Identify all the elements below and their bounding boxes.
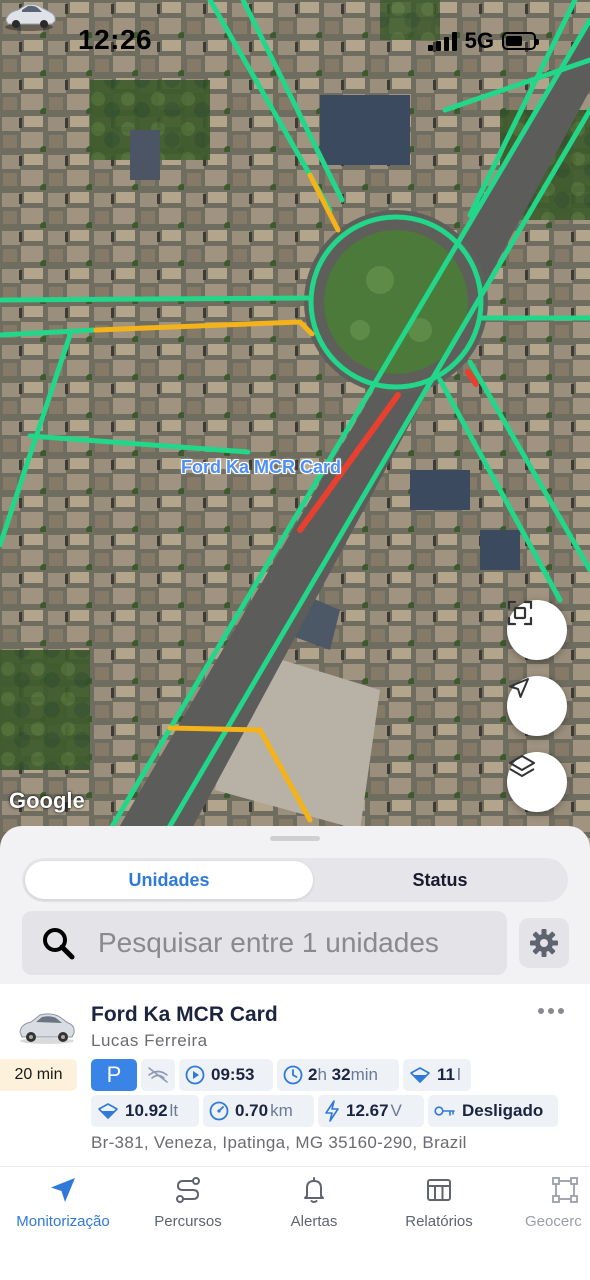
key-icon [434, 1106, 455, 1116]
map-view[interactable]: 12:26 5G Ford Ka MCR Card Google [0, 0, 590, 860]
navigation-arrow-icon [509, 678, 529, 698]
segment-status[interactable]: Status [315, 861, 565, 899]
vehicle-map-label[interactable]: Ford Ka MCR Card [181, 457, 341, 478]
tab-label: Geocerc [525, 1213, 582, 1230]
speed-unit: km [270, 1101, 293, 1120]
bell-icon [304, 1177, 324, 1203]
settings-button[interactable] [519, 918, 569, 968]
my-location-button[interactable] [507, 676, 567, 736]
ignition-value: Desligado [462, 1101, 544, 1120]
satellite-map [0, 0, 590, 860]
car-avatar [19, 1013, 75, 1044]
map-layers-button[interactable] [507, 752, 567, 812]
trip-time-chip: 09:53 [179, 1059, 273, 1091]
voltage-chip: 12.67 V [318, 1095, 424, 1127]
vehicle-marker-icon[interactable] [0, 0, 58, 32]
signal-icon [427, 31, 457, 51]
tab-label: Percursos [154, 1213, 222, 1230]
tab-label: Alertas [290, 1213, 338, 1230]
tab-geocercas[interactable]: Geocerc [522, 1175, 590, 1239]
elapsed-time-badge: 20 min [0, 1059, 77, 1091]
play-circle-icon [185, 1065, 205, 1085]
gear-icon [530, 929, 558, 957]
fit-bounds-button[interactable] [507, 600, 567, 660]
focus-frame-icon [507, 600, 533, 626]
unit-name[interactable]: Ford Ka MCR Card [91, 1003, 278, 1027]
tab-percursos[interactable]: Percursos [142, 1175, 234, 1239]
fuel-tank-icon [98, 1103, 118, 1119]
battery-icon [502, 32, 539, 50]
tab-label: Relatórios [405, 1213, 473, 1230]
search-icon [43, 928, 75, 960]
segment-unidades[interactable]: Unidades [25, 861, 313, 899]
clock-icon [283, 1065, 303, 1085]
speedometer-icon [209, 1101, 229, 1121]
parking-label: P [106, 1062, 122, 1087]
tab-alertas[interactable]: Alertas [276, 1175, 352, 1239]
duration-minutes-unit: min [350, 1065, 378, 1084]
status-indicators: 5G [427, 28, 539, 54]
duration-minutes-value: 32 [331, 1065, 351, 1084]
trip-time-value: 09:53 [211, 1065, 255, 1084]
fuel-level-unit: l [456, 1065, 461, 1084]
unit-address: Br-381, Veneza, Ipatinga, MG 35160-290, … [91, 1133, 467, 1152]
fuel-tank-icon [410, 1067, 430, 1083]
search-input[interactable] [98, 919, 503, 967]
ignition-chip: Desligado [428, 1095, 558, 1127]
geofence-icon [552, 1177, 578, 1203]
driver-name: Lucas Ferreira [91, 1031, 208, 1050]
bottom-tab-bar: Monitorização Percursos Alertas Relatóri… [0, 1166, 590, 1280]
gps-signal-chip [141, 1059, 175, 1091]
sheet-drag-handle[interactable] [270, 836, 320, 841]
fuel-consumed-unit: lt [169, 1101, 179, 1120]
fuel-level-chip: 11 l [403, 1059, 471, 1091]
duration-chip: 2h 32min [277, 1059, 399, 1091]
status-time: 12:26 [78, 24, 153, 55]
google-attribution: Google [9, 788, 85, 813]
status-bar: 12:26 5G [0, 0, 590, 80]
layers-icon [509, 755, 535, 777]
tab-monitorizacao[interactable]: Monitorização [10, 1175, 116, 1239]
fuel-level-value: 11 [437, 1065, 455, 1084]
search-box[interactable] [22, 911, 507, 975]
no-gps-signal-icon [148, 1067, 168, 1083]
report-table-icon [427, 1179, 451, 1201]
tab-relatorios[interactable]: Relatórios [394, 1175, 484, 1239]
view-segmented-control[interactable]: Unidades Status [22, 858, 568, 902]
parking-status-badge: P [91, 1059, 137, 1091]
tab-label: Monitorização [16, 1213, 110, 1230]
speed-value: 0.70 [235, 1101, 269, 1120]
unit-list-item[interactable]: Ford Ka MCR Card Lucas Ferreira 20 min P… [0, 984, 590, 1166]
navigation-arrow-icon [51, 1178, 75, 1202]
network-label: 5G [464, 28, 494, 53]
more-options-icon[interactable] [538, 1006, 566, 1016]
duration-hours-unit: h [317, 1065, 327, 1084]
voltage-value: 12.67 [346, 1101, 389, 1120]
voltage-unit: V [390, 1101, 402, 1120]
lightning-icon [325, 1100, 339, 1122]
route-icon [176, 1177, 200, 1203]
speed-chip: 0.70 km [203, 1095, 314, 1127]
fuel-consumed-chip: 10.92 lt [91, 1095, 199, 1127]
fuel-consumed-value: 10.92 [125, 1101, 168, 1120]
